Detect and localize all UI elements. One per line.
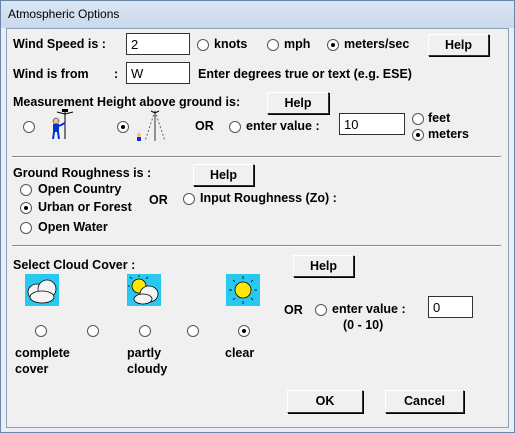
roughness-input-radio[interactable] bbox=[183, 193, 195, 205]
cancel-button[interactable]: Cancel bbox=[385, 390, 464, 413]
height-meters-radio[interactable] bbox=[412, 129, 424, 141]
roughness-input-label: Input Roughness (Zo) : bbox=[200, 191, 337, 205]
wind-from-label: Wind is from bbox=[13, 67, 89, 81]
roughness-open-country-label[interactable]: Open Country bbox=[38, 182, 121, 196]
complete-cover-label-line2: cover bbox=[15, 362, 49, 376]
measurement-height-label: Measurement Height above ground is: bbox=[13, 95, 241, 109]
cloud-or-label: OR bbox=[284, 303, 303, 317]
wind-help-button[interactable]: Help bbox=[428, 34, 489, 56]
window-title: Atmospheric Options bbox=[8, 7, 120, 21]
roughness-open-country-radio[interactable] bbox=[20, 184, 32, 196]
cloud-scale-radio-1[interactable] bbox=[87, 325, 99, 337]
units-meters-per-sec-radio[interactable] bbox=[327, 39, 339, 51]
wind-from-colon: : bbox=[114, 67, 119, 81]
atmospheric-options-window: Atmospheric Options Wind Speed is : knot… bbox=[0, 0, 515, 433]
clear-sun-icon bbox=[226, 274, 260, 306]
height-value-input[interactable] bbox=[339, 113, 405, 135]
complete-cover-cloud-icon bbox=[25, 274, 59, 306]
complete-cover-label-line1: complete bbox=[15, 346, 70, 360]
cloud-enter-value-label: enter value : bbox=[332, 302, 406, 316]
wind-from-input[interactable] bbox=[126, 62, 190, 84]
partly-cloudy-icon bbox=[127, 274, 161, 306]
partly-cloudy-label-line2: cloudy bbox=[127, 362, 168, 376]
roughness-open-water-label[interactable]: Open Water bbox=[38, 220, 108, 234]
height-enter-value-radio[interactable] bbox=[229, 121, 241, 133]
units-meters-per-sec-label[interactable]: meters/sec bbox=[344, 37, 409, 51]
height-meters-label[interactable]: meters bbox=[428, 127, 469, 141]
height-feet-radio[interactable] bbox=[412, 113, 424, 125]
ok-button[interactable]: OK bbox=[287, 390, 363, 413]
roughness-urban-forest-label[interactable]: Urban or Forest bbox=[38, 200, 132, 214]
cloud-range-label: (0 - 10) bbox=[343, 318, 384, 332]
roughness-open-water-radio[interactable] bbox=[20, 222, 32, 234]
units-knots-label[interactable]: knots bbox=[214, 37, 247, 51]
cloud-scale-radio-3[interactable] bbox=[187, 325, 199, 337]
person-anemometer-icon bbox=[52, 109, 74, 140]
height-or-label: OR bbox=[195, 119, 214, 133]
wind-speed-input[interactable] bbox=[126, 33, 190, 55]
ground-roughness-label: Ground Roughness is : bbox=[13, 166, 152, 180]
units-knots-radio[interactable] bbox=[197, 39, 209, 51]
cloud-scale-radio-4[interactable] bbox=[238, 325, 250, 337]
units-mph-label[interactable]: mph bbox=[284, 37, 310, 51]
height-tower-radio[interactable] bbox=[117, 121, 129, 133]
title-bar[interactable]: Atmospheric Options bbox=[1, 1, 514, 28]
roughness-urban-forest-radio[interactable] bbox=[20, 202, 32, 214]
separator-2 bbox=[12, 245, 501, 247]
cloud-cover-label: Select Cloud Cover : bbox=[13, 258, 136, 272]
clear-label: clear bbox=[225, 346, 255, 360]
roughness-help-button[interactable]: Help bbox=[193, 164, 254, 186]
height-enter-value-label: enter value : bbox=[246, 119, 320, 133]
cloud-help-button[interactable]: Help bbox=[293, 255, 354, 277]
wind-speed-label: Wind Speed is : bbox=[13, 37, 106, 51]
dialog-body: Wind Speed is : knots mph meters/sec Hel… bbox=[6, 28, 509, 428]
cloud-value-input[interactable] bbox=[428, 296, 473, 318]
height-person-radio[interactable] bbox=[23, 121, 35, 133]
cloud-scale-radio-0[interactable] bbox=[35, 325, 47, 337]
partly-cloudy-label-line1: partly bbox=[127, 346, 162, 360]
height-help-button[interactable]: Help bbox=[267, 92, 329, 114]
roughness-or-label: OR bbox=[149, 193, 168, 207]
tower-anemometer-icon bbox=[137, 110, 166, 142]
wind-from-hint: Enter degrees true or text (e.g. ESE) bbox=[198, 67, 412, 81]
separator-1 bbox=[12, 156, 501, 158]
height-feet-label[interactable]: feet bbox=[428, 111, 450, 125]
cloud-scale-radio-2[interactable] bbox=[139, 325, 151, 337]
cloud-enter-value-radio[interactable] bbox=[315, 304, 327, 316]
units-mph-radio[interactable] bbox=[267, 39, 279, 51]
